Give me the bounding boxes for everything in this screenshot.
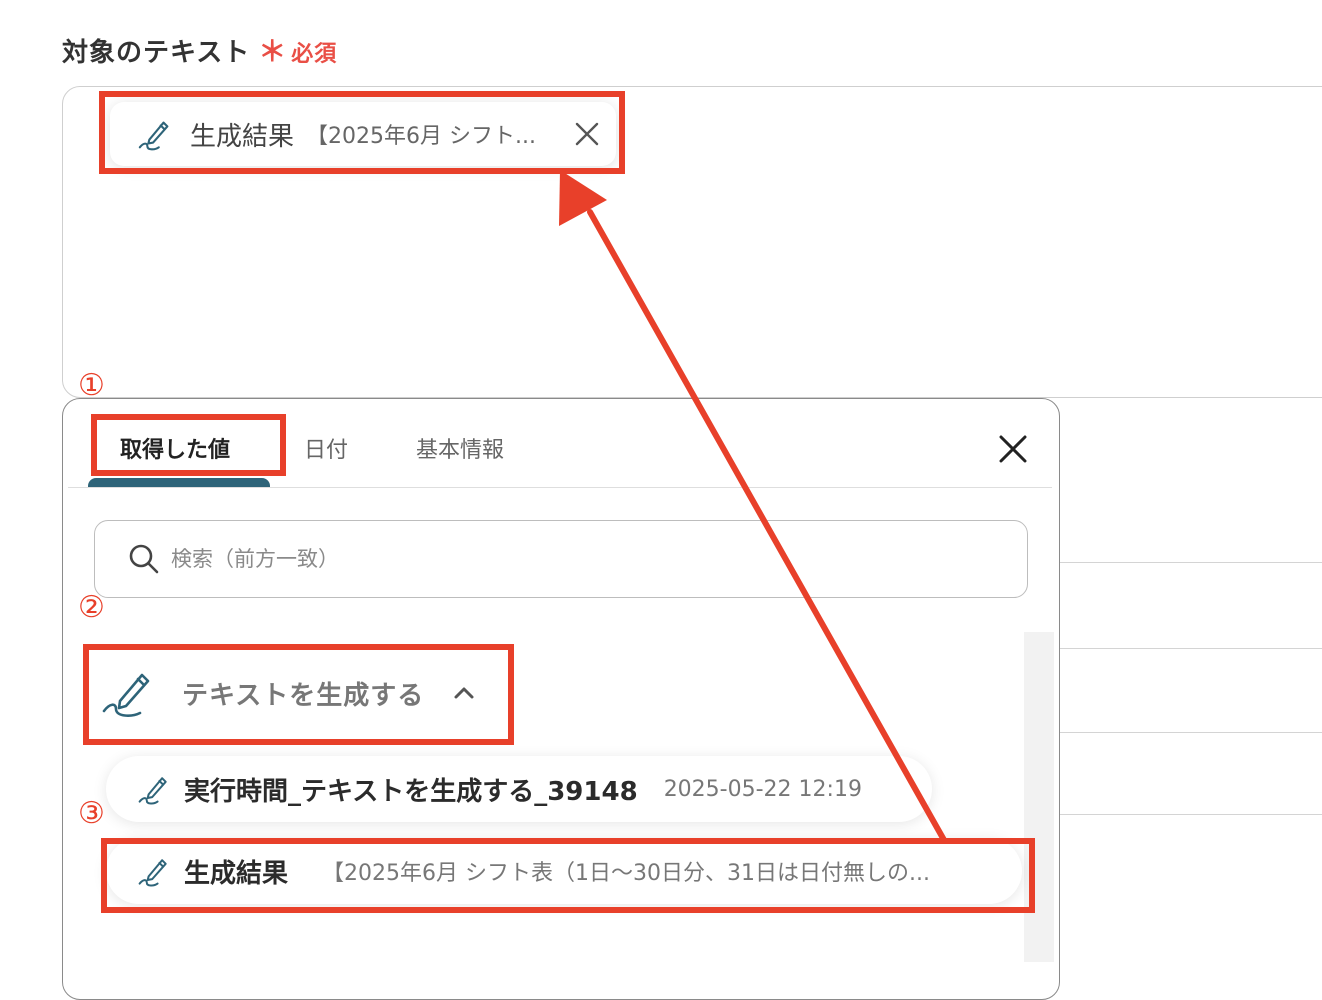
list-item[interactable]: 実行時間_テキストを生成する_39148 2025-05-22 12:19 bbox=[106, 756, 932, 822]
highlight-box bbox=[83, 644, 514, 745]
background-field-edge bbox=[1035, 732, 1322, 733]
background-field-edge bbox=[1035, 648, 1322, 649]
required-text: 必須 bbox=[291, 42, 338, 67]
tab-basic-info[interactable]: 基本情報 bbox=[416, 432, 504, 464]
search-icon bbox=[129, 544, 159, 574]
required-star: ＊ bbox=[258, 35, 288, 68]
highlight-box bbox=[101, 838, 1035, 913]
item-value: 2025-05-22 12:19 bbox=[663, 776, 862, 802]
pen-wave-icon bbox=[138, 777, 167, 805]
field-label: 対象のテキスト＊必須 bbox=[62, 30, 337, 70]
step-number: ③ bbox=[78, 796, 105, 831]
background-field-edge bbox=[1035, 562, 1322, 563]
step-number: ① bbox=[78, 368, 105, 403]
search-box[interactable] bbox=[94, 520, 1028, 598]
close-icon[interactable] bbox=[994, 430, 1032, 468]
step-number: ② bbox=[78, 590, 105, 625]
background-field-edge bbox=[1035, 814, 1322, 815]
tab-date[interactable]: 日付 bbox=[304, 432, 348, 464]
highlight-box bbox=[99, 91, 625, 174]
highlight-box bbox=[91, 414, 286, 476]
tab-divider bbox=[68, 487, 1052, 488]
item-name: 実行時間_テキストを生成する_39148 bbox=[184, 776, 638, 807]
field-label-text: 対象のテキスト bbox=[62, 38, 251, 68]
search-input[interactable] bbox=[169, 546, 973, 572]
